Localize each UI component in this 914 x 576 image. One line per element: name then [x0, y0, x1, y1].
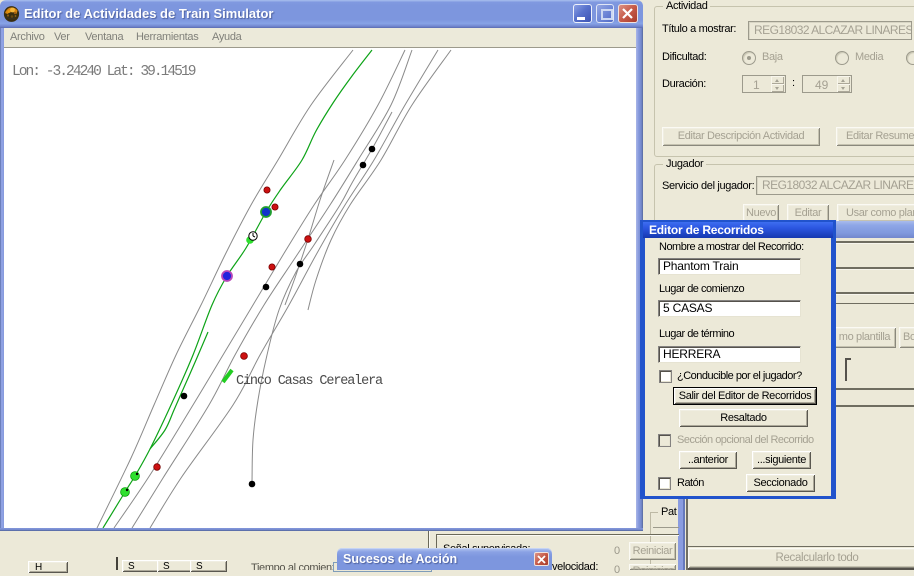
svg-text:Cinco Casas Cerealera: Cinco Casas Cerealera	[236, 374, 383, 389]
svg-text:Lon: -3.24240 Lat: 39.14519: Lon: -3.24240 Lat: 39.14519	[12, 64, 196, 80]
